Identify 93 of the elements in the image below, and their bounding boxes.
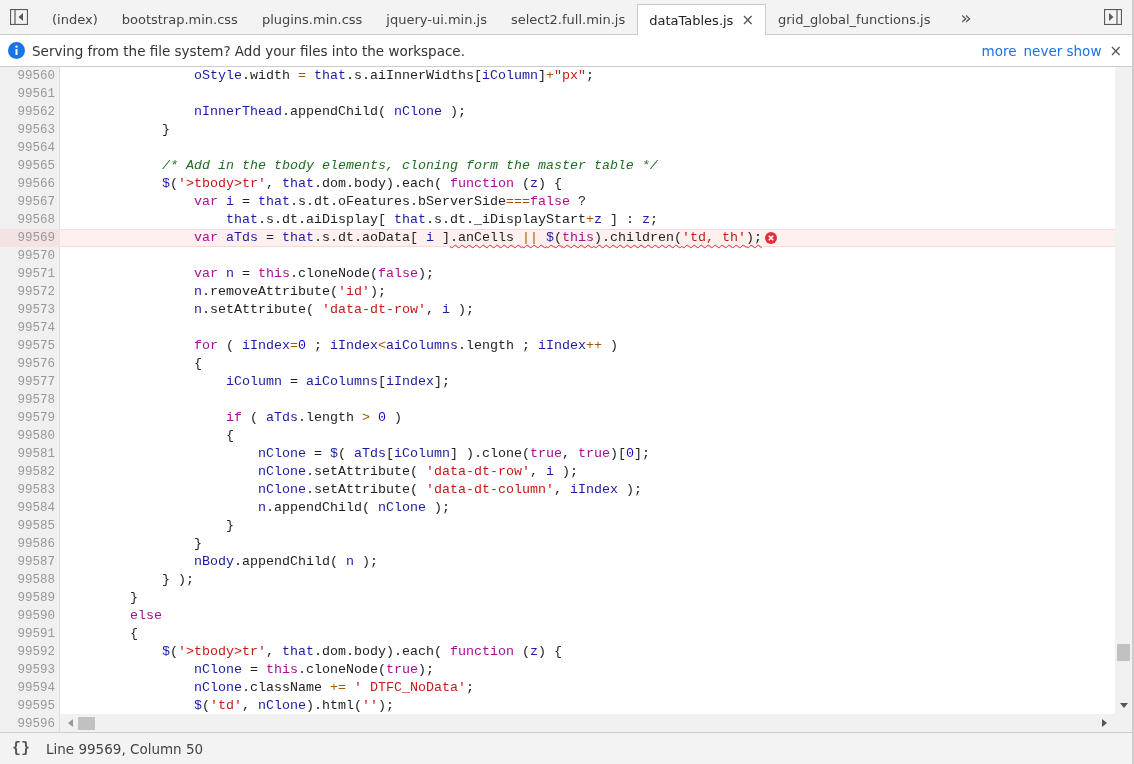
code-line: else <box>129 607 162 625</box>
code-line: /* Add in the tbody elements, cloning form the master table */ <box>160 157 658 175</box>
line-number: 99592 <box>16 644 56 661</box>
code-line: that.s.dt.aiDisplay[ that.s.dt._iDisplayStart+z ] : z; <box>224 211 658 229</box>
line-number: 99569 <box>0 229 60 247</box>
code-line: $('>tbody>tr', that.dom.body).each( function (z) { <box>160 643 562 661</box>
close-button[interactable]: × <box>1109 41 1122 60</box>
line-number: 99567 <box>16 194 56 211</box>
scroll-thumb[interactable] <box>78 716 95 730</box>
line-number: 99582 <box>16 464 56 481</box>
code-line: } <box>192 535 202 553</box>
line-number: 99571 <box>16 266 56 283</box>
file-tab[interactable]: (index) <box>40 4 110 34</box>
line-number: 99573 <box>16 302 56 319</box>
code-line: } <box>129 589 138 607</box>
code-line: n.appendChild( nClone ); <box>256 499 450 517</box>
scroll-left-icon[interactable] <box>68 719 73 727</box>
code-line: $('td', nClone).html(''); <box>192 697 394 715</box>
line-number: 99584 <box>16 500 56 517</box>
error-icon[interactable] <box>764 232 777 244</box>
line-number: 99561 <box>16 86 56 103</box>
cursor-position: Line 99569, Column 50 <box>46 740 204 757</box>
code-line: n.removeAttribute('id'); <box>192 283 386 301</box>
debugger-toggle-icon[interactable] <box>1104 9 1122 25</box>
line-number: 99590 <box>16 608 56 625</box>
line-number: 99585 <box>16 518 56 535</box>
line-number: 99574 <box>16 320 56 337</box>
code-line: if ( aTds.length > 0 ) <box>224 409 402 427</box>
line-number: 99563 <box>16 122 56 139</box>
code-line: { <box>129 625 138 643</box>
line-number: 99566 <box>16 176 56 193</box>
file-tab[interactable]: bootstrap.min.css <box>109 4 250 34</box>
line-number: 99564 <box>16 140 56 157</box>
line-number: 99594 <box>16 680 56 697</box>
code-line: { <box>192 355 202 373</box>
code-line: nClone.setAttribute( 'data-dt-row', i ); <box>256 463 578 481</box>
line-number: 99577 <box>16 374 56 391</box>
code-line: var i = that.s.dt.oFeatures.bServerSide===false ? <box>192 193 586 211</box>
scroll-thumb[interactable] <box>1117 644 1130 661</box>
code-line: nClone.setAttribute( 'data-dt-column', iIndex ); <box>256 481 642 499</box>
file-tab[interactable]: select2.full.min.js <box>498 4 638 34</box>
line-number: 99588 <box>16 572 56 589</box>
line-number: 99586 <box>16 536 56 553</box>
code-line: nClone = $( aTds[iColumn] ).clone(true, true)[0]; <box>256 445 650 463</box>
scroll-down-icon[interactable] <box>1119 703 1128 708</box>
line-number: 99572 <box>16 284 56 301</box>
code-line: } <box>160 121 170 139</box>
code-line: n.setAttribute( 'data-dt-row', i ); <box>192 301 474 319</box>
code-line: } <box>224 517 234 535</box>
code-line: nClone.className += ' DTFC_NoData'; <box>192 679 474 697</box>
line-number: 99565 <box>16 158 56 175</box>
code-line: nInnerThead.appendChild( nClone ); <box>192 103 466 121</box>
code-line: { <box>224 427 234 445</box>
line-number: 99581 <box>16 446 56 463</box>
line-number: 99593 <box>16 662 56 679</box>
code-line: for ( iIndex=0 ; iIndex<aiColumns.length ; iIndex++ ) <box>192 337 618 355</box>
code-line: oStyle.width = that.s.aiInnerWidths[iColumn]+"px"; <box>192 67 594 85</box>
code-line: nClone = this.cloneNode(true); <box>192 661 434 679</box>
code-line: var aTds = that.s.dt.aoData[ i ].anCells || $(this).children('td, th'); <box>192 229 762 247</box>
info-message: Serving from the file system? Add your files into the workspace. <box>32 42 465 59</box>
line-number: 99583 <box>16 482 56 499</box>
scroll-right-icon[interactable] <box>1102 719 1107 727</box>
more-tabs-button[interactable]: » <box>960 6 972 28</box>
line-number: 99576 <box>16 356 56 373</box>
info-link[interactable]: more <box>981 42 1017 59</box>
line-number: 99591 <box>16 626 56 643</box>
info-link[interactable]: never show <box>1023 42 1102 59</box>
file-tab[interactable]: dataTables.js × <box>637 4 766 35</box>
code-line: $('>tbody>tr', that.dom.body).each( function (z) { <box>160 175 562 193</box>
line-number: 99596 <box>16 716 56 732</box>
pretty-print-button[interactable]: {} <box>12 740 30 757</box>
line-number: 99579 <box>16 410 56 427</box>
line-number: 99595 <box>16 698 56 715</box>
info-icon <box>8 42 25 59</box>
line-number: 99562 <box>16 104 56 121</box>
horizontal-scrollbar[interactable] <box>60 714 1115 732</box>
line-number: 99580 <box>16 428 56 445</box>
line-number: 99560 <box>16 68 56 85</box>
line-number: 99575 <box>16 338 56 355</box>
code-line: var n = this.cloneNode(false); <box>192 265 434 283</box>
line-number: 99570 <box>16 248 56 265</box>
sidebar-toggle-icon[interactable] <box>10 9 28 25</box>
code-line: } ); <box>160 571 194 589</box>
vertical-scrollbar[interactable] <box>1115 67 1132 732</box>
file-tab[interactable]: plugins.min.css <box>249 4 375 34</box>
line-number: 99587 <box>16 554 56 571</box>
line-number: 99589 <box>16 590 56 607</box>
file-tab[interactable]: jquery-ui.min.js <box>374 4 499 34</box>
code-line: nBody.appendChild( n ); <box>192 553 378 571</box>
code-line: iColumn = aiColumns[iIndex]; <box>224 373 450 391</box>
line-number: 99578 <box>16 392 56 409</box>
line-number: 99568 <box>16 212 56 229</box>
file-tab[interactable]: grid_global_functions.js <box>766 4 943 34</box>
